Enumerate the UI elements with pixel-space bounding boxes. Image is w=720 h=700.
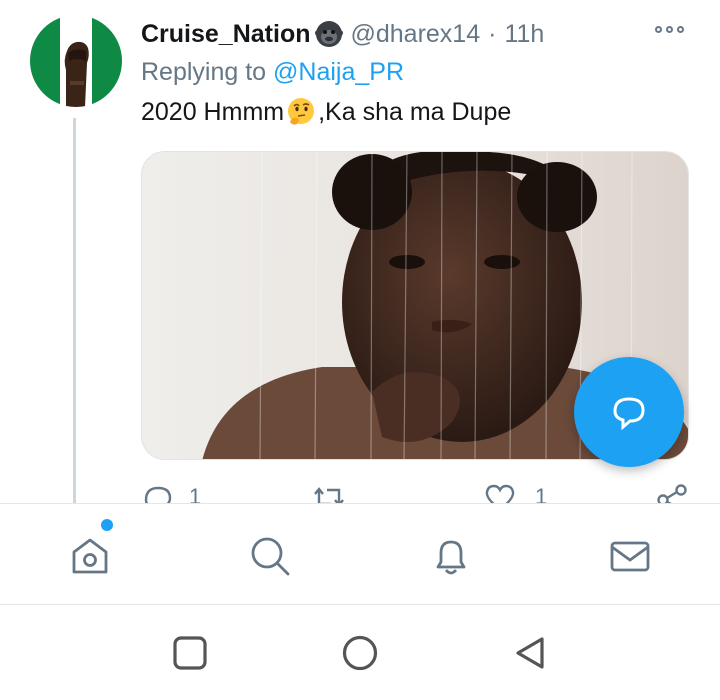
back-icon — [516, 637, 544, 669]
search-icon — [251, 537, 290, 576]
tab-search[interactable] — [248, 534, 292, 578]
notifications-icon — [436, 540, 466, 575]
tab-home[interactable] — [68, 534, 112, 578]
replying-to: Replying to @Naija_PR — [141, 58, 404, 87]
tweet-text-part1: 2020 Hmmm — [141, 97, 285, 126]
home-system-button[interactable] — [342, 635, 378, 671]
recent-apps-icon — [173, 636, 207, 670]
tweet-actions: 1 1 — [141, 478, 701, 506]
messages-icon — [610, 541, 650, 572]
replying-to-label: Replying to — [141, 58, 267, 86]
reply-mention-link[interactable]: @Naija_PR — [273, 58, 404, 86]
more-options-icon[interactable] — [655, 26, 684, 33]
home-icon — [72, 538, 108, 574]
new-content-dot — [101, 519, 113, 531]
display-name[interactable]: Cruise_Nation — [141, 20, 310, 49]
tweet-header: Cruise_Nation @dharex14 · 11h — [141, 18, 544, 50]
home-circle-icon — [342, 635, 378, 671]
tweet-time[interactable]: 11h — [504, 20, 544, 49]
user-handle[interactable]: @dharex14 — [350, 20, 480, 49]
recent-apps-button[interactable] — [172, 635, 208, 671]
avatar[interactable] — [30, 15, 122, 107]
gorilla-emoji-icon — [315, 21, 344, 47]
tab-notifications[interactable] — [429, 534, 473, 578]
thread-line — [73, 118, 76, 503]
thinking-face-emoji-icon — [288, 98, 315, 125]
tweet-text: 2020 Hmmm ,Ka sha ma Dupe — [141, 97, 511, 127]
raised-fist-flag-icon — [30, 15, 122, 107]
separator-dot: · — [488, 19, 497, 48]
compose-reply-button[interactable] — [574, 357, 684, 467]
tab-messages[interactable] — [608, 534, 652, 578]
system-navigation-bar — [0, 604, 720, 700]
reply-bubble-icon — [613, 397, 645, 431]
tweet-text-part2: ,Ka sha ma Dupe — [318, 97, 512, 126]
back-button[interactable] — [512, 635, 548, 671]
